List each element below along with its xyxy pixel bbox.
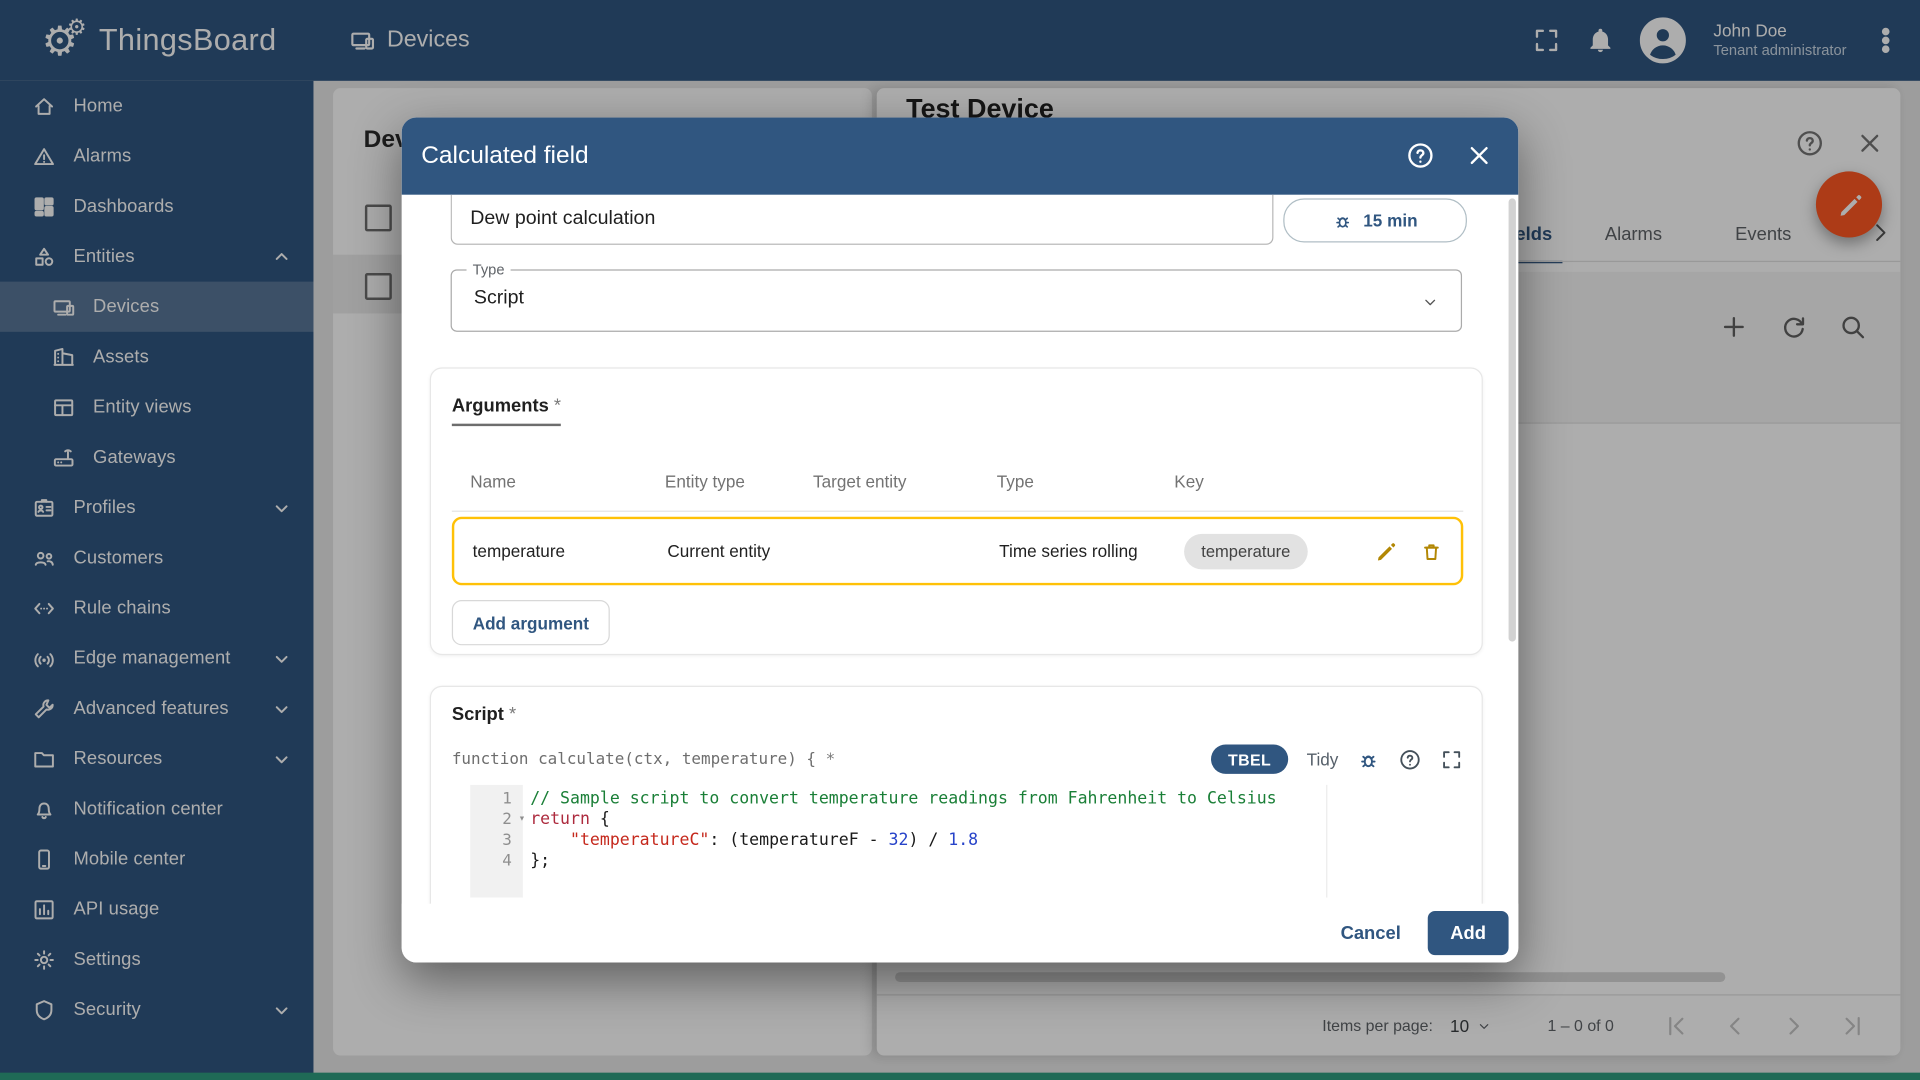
arguments-heading: Arguments *: [451, 396, 562, 427]
chevron-down-icon: [1422, 294, 1439, 311]
print-margin-line: [1326, 784, 1328, 898]
edit-argument-icon[interactable]: [1373, 539, 1397, 563]
script-debug-icon[interactable]: [1357, 748, 1380, 771]
calculated-field-dialog: Calculated field Dew point calculation 1…: [401, 117, 1519, 963]
debug-settings-button[interactable]: 15 min: [1283, 198, 1467, 243]
type-select[interactable]: Type Script: [450, 260, 1463, 332]
arguments-section: Arguments * Name Entity type Target enti…: [429, 367, 1483, 656]
code-content: // Sample script to convert temperature …: [530, 788, 1277, 871]
name-input[interactable]: Dew point calculation: [450, 194, 1274, 245]
close-icon[interactable]: [1464, 141, 1493, 170]
function-signature: function calculate(ctx, temperature) { *: [451, 750, 836, 769]
cancel-button[interactable]: Cancel: [1321, 913, 1420, 953]
arguments-table-header: Name Entity type Target entity Type Key: [470, 471, 1204, 492]
argument-key-chip: temperature: [1184, 533, 1308, 569]
delete-argument-icon[interactable]: [1419, 539, 1443, 563]
type-select-label: Type: [466, 260, 511, 278]
script-help-icon[interactable]: [1398, 748, 1421, 771]
argument-type: Time series rolling: [999, 541, 1138, 561]
script-heading: Script *: [451, 704, 517, 725]
code-gutter: 1 2 ▾ 3 4: [470, 784, 525, 898]
dialog-scrollbar[interactable]: [1508, 198, 1516, 642]
tidy-button[interactable]: Tidy: [1307, 749, 1339, 769]
argument-name: temperature: [472, 541, 566, 561]
argument-row[interactable]: temperature Current entity Time series r…: [451, 516, 1464, 586]
debug-bug-icon: [1333, 210, 1354, 231]
dialog-title: Calculated field: [421, 142, 589, 169]
thingsboard-app: ⚙ ⚙ ThingsBoard Devices John Doe Tenant a…: [0, 0, 1920, 1080]
add-button[interactable]: Add: [1427, 911, 1509, 956]
tbel-language-toggle[interactable]: TBEL: [1210, 744, 1289, 774]
script-fullscreen-icon[interactable]: [1440, 748, 1463, 771]
argument-entity-type: Current entity: [667, 541, 771, 561]
type-select-value: Script: [473, 287, 524, 309]
dialog-header: Calculated field: [401, 117, 1519, 195]
script-signature-row: function calculate(ctx, temperature) { *…: [452, 743, 1463, 775]
table-divider: [451, 510, 1464, 512]
help-icon[interactable]: [1406, 141, 1435, 170]
add-argument-button[interactable]: Add argument: [451, 600, 610, 646]
code-editor[interactable]: 1 2 ▾ 3 4 // Sample script to convert tem…: [470, 784, 1464, 898]
dialog-footer: Cancel Add: [401, 903, 1519, 963]
